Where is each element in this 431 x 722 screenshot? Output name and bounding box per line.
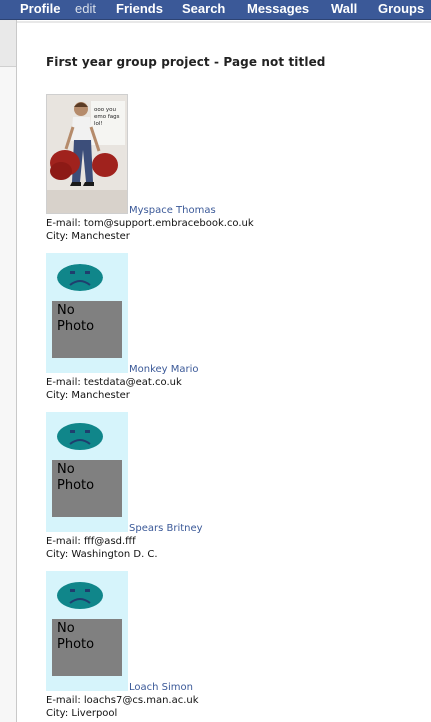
member-name-link[interactable]: Loach Simon (129, 682, 193, 693)
main-nav: Profile edit Friends Search Messages Wal… (0, 0, 431, 20)
page-title: First year group project - Page not titl… (46, 55, 326, 69)
no-photo-box: No Photo (52, 460, 122, 517)
member-name-link[interactable]: Spears Britney (129, 523, 203, 534)
photo-caption-2: emo fags (94, 114, 120, 120)
nav-edit[interactable]: edit (75, 1, 96, 16)
member-photo[interactable]: No Photo (46, 571, 128, 691)
sad-face-icon (57, 264, 103, 291)
member-photo-row: No Photo Monkey Mario (46, 252, 426, 375)
member-info: E-mail: fff@asd.fff City: Washington D. … (46, 535, 426, 561)
nav-friends[interactable]: Friends (116, 1, 163, 16)
member-card: No Photo Monkey Mario E-mail: testdata@e… (46, 252, 426, 402)
member-photo-row: ooo you emo fags lol! Myspace Thomas (46, 93, 426, 216)
member-city: City: Manchester (46, 390, 130, 401)
member-city: City: Washington D. C. (46, 549, 158, 560)
photo-caption-1: ooo you (94, 107, 116, 113)
left-sidebar-edge (0, 20, 17, 722)
member-photo-row: No Photo Loach Simon (46, 570, 426, 693)
photo-caption-3: lol! (94, 121, 103, 127)
sad-face-icon (57, 582, 103, 609)
no-photo-box: No Photo (52, 619, 122, 676)
nav-search[interactable]: Search (182, 1, 225, 16)
member-info: E-mail: loachs7@cs.man.ac.uk City: Liver… (46, 694, 426, 720)
member-email: E-mail: tom@support.embracebook.co.uk (46, 218, 254, 229)
member-email: E-mail: testdata@eat.co.uk (46, 377, 182, 388)
no-photo-box: No Photo (52, 301, 122, 358)
nav-groups[interactable]: Groups (378, 1, 424, 16)
member-city: City: Manchester (46, 231, 130, 242)
no-photo-label: No Photo (57, 303, 94, 335)
header-shadow (17, 21, 431, 23)
no-photo-line-1: No (57, 621, 75, 636)
no-photo-label: No Photo (57, 621, 94, 653)
member-card: No Photo Loach Simon E-mail: loachs7@cs.… (46, 570, 426, 720)
nav-messages[interactable]: Messages (247, 1, 309, 16)
profile-picture-icon: ooo you emo fags lol! (47, 95, 127, 213)
member-card: No Photo Spears Britney E-mail: fff@asd.… (46, 411, 426, 561)
member-email: E-mail: loachs7@cs.man.ac.uk (46, 695, 199, 706)
no-photo-line-2: Photo (57, 319, 95, 334)
no-photo-line-1: No (57, 462, 75, 477)
member-info: E-mail: tom@support.embracebook.co.uk Ci… (46, 217, 426, 243)
no-photo-label: No Photo (57, 462, 94, 494)
main-content: First year group project - Page not titl… (46, 55, 426, 69)
top-navigation-bar: Profile edit Friends Search Messages Wal… (0, 0, 431, 20)
member-info: E-mail: testdata@eat.co.uk City: Manches… (46, 376, 426, 402)
no-photo-line-2: Photo (57, 478, 95, 493)
member-card: ooo you emo fags lol! Myspace Thomas E-m… (46, 93, 426, 243)
member-city: City: Liverpool (46, 708, 118, 719)
member-photo[interactable]: No Photo (46, 412, 128, 532)
member-name-link[interactable]: Monkey Mario (129, 364, 199, 375)
member-email: E-mail: fff@asd.fff (46, 536, 136, 547)
member-photo[interactable]: No Photo (46, 253, 128, 373)
left-sidebar-band (0, 20, 17, 67)
no-photo-line-2: Photo (57, 637, 95, 652)
content-border (16, 20, 17, 722)
nav-wall[interactable]: Wall (331, 1, 357, 16)
member-name-link[interactable]: Myspace Thomas (129, 205, 216, 216)
nav-profile[interactable]: Profile (20, 1, 60, 16)
member-photo-row: No Photo Spears Britney (46, 411, 426, 534)
sad-face-icon (57, 423, 103, 450)
no-photo-line-1: No (57, 303, 75, 318)
member-photo[interactable]: ooo you emo fags lol! (46, 94, 128, 214)
